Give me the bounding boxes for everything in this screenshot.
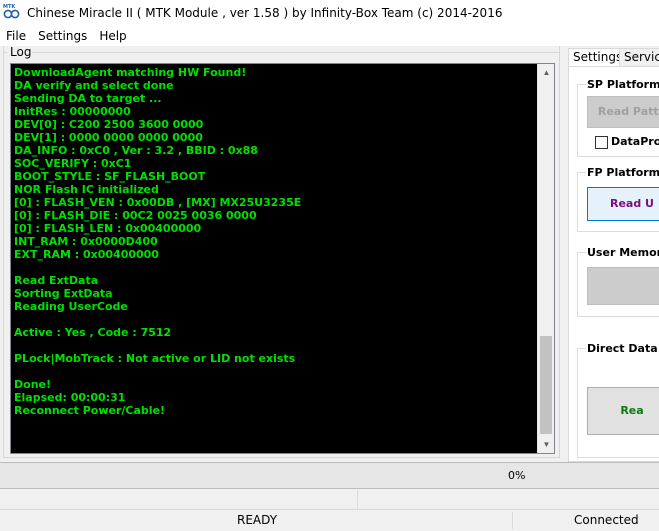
fp-platform-title: FP Platform [ <box>586 166 659 179</box>
status-state: READY <box>237 513 278 527</box>
log-line: [0] : FLASH_LEN : 0x00400000 <box>14 222 202 235</box>
log-line: DEV[0] : C200 2500 3600 0000 <box>14 118 204 131</box>
scroll-down-arrow-icon[interactable]: ▼ <box>538 436 554 453</box>
title-bar: MTK Chinese Miracle II ( MTK Module , ve… <box>0 0 659 26</box>
log-line: NOR Flash IC initialized <box>14 183 159 196</box>
tab-service[interactable]: Service <box>619 48 659 67</box>
log-line: Sending DA to target ... <box>14 92 162 105</box>
dataprot-checkbox[interactable] <box>595 136 608 149</box>
log-line: Read ExtData <box>14 274 99 287</box>
tab-strip: Settings Service <box>568 48 659 68</box>
user-memory-button[interactable] <box>587 267 659 305</box>
log-line: [0] : FLASH_VEN : 0x00DB , [MX] MX25U323… <box>14 196 302 209</box>
log-scrollbar[interactable]: ▲ ▼ <box>537 64 554 453</box>
log-group: Log DownloadAgent matching HW Found! DA v… <box>3 46 560 458</box>
log-line: InitRes : 00000000 <box>14 105 131 118</box>
log-group-label: Log <box>9 45 33 59</box>
menu-file[interactable]: File <box>0 26 32 46</box>
user-memory-title: User Memory <box>586 246 659 259</box>
window-title: Chinese Miracle II ( MTK Module , ver 1.… <box>27 6 503 20</box>
scroll-thumb[interactable] <box>540 336 552 434</box>
log-line: Active : Yes , Code : 7512 <box>14 326 172 339</box>
status-bar: READY Connected <box>0 510 659 531</box>
read-direct-data-button[interactable]: Rea <box>587 387 659 435</box>
read-userlock-button[interactable]: Read U <box>587 187 659 221</box>
progress-percent: 0% <box>508 469 526 482</box>
log-line: BOOT_STYLE : SF_FLASH_BOOT <box>14 170 206 183</box>
log-line: SOC_VERIFY : 0xC1 <box>14 157 132 170</box>
log-line: DownloadAgent matching HW Found! <box>14 66 247 79</box>
log-line: Sorting ExtData <box>14 287 113 300</box>
menu-help[interactable]: Help <box>93 26 132 46</box>
log-line: EXT_RAM : 0x00400000 <box>14 248 159 261</box>
log-output[interactable]: DownloadAgent matching HW Found! DA verif… <box>10 63 555 454</box>
menu-settings[interactable]: Settings <box>32 26 93 46</box>
log-line: Done! <box>14 378 51 391</box>
log-line: DEV[1] : 0000 0000 0000 0000 <box>14 131 203 144</box>
log-line: Reconnect Power/Cable! <box>14 404 166 417</box>
log-line: Elapsed: 00:00:31 <box>14 391 126 404</box>
menu-bar: File Settings Help <box>0 26 659 46</box>
status-connection: Connected <box>574 513 639 527</box>
log-line: INT_RAM : 0x0000D400 <box>14 235 158 248</box>
dataprot-label: DataProt <box>611 135 659 148</box>
mtk-logo-icon: MTK <box>2 4 22 20</box>
read-pattern-button[interactable]: Read Patte <box>587 96 659 128</box>
log-line: PLock|MobTrack : Not active or LID not e… <box>14 352 296 365</box>
log-text: DownloadAgent matching HW Found! DA verif… <box>14 66 536 417</box>
scroll-up-arrow-icon[interactable]: ▲ <box>538 64 554 81</box>
progress-bar: 0% <box>0 462 659 489</box>
log-line: DA verify and select done <box>14 79 174 92</box>
log-line: DA_INFO : 0xC0 , Ver : 3.2 , BBID : 0x88 <box>14 144 258 157</box>
secondary-status-row <box>0 490 659 510</box>
direct-data-title: Direct Data R <box>586 342 659 355</box>
sp-platform-title: SP Platform [ <box>586 78 659 91</box>
log-line: Reading UserCode <box>14 300 128 313</box>
log-line: [0] : FLASH_DIE : 00C2 0025 0036 0000 <box>14 209 257 222</box>
